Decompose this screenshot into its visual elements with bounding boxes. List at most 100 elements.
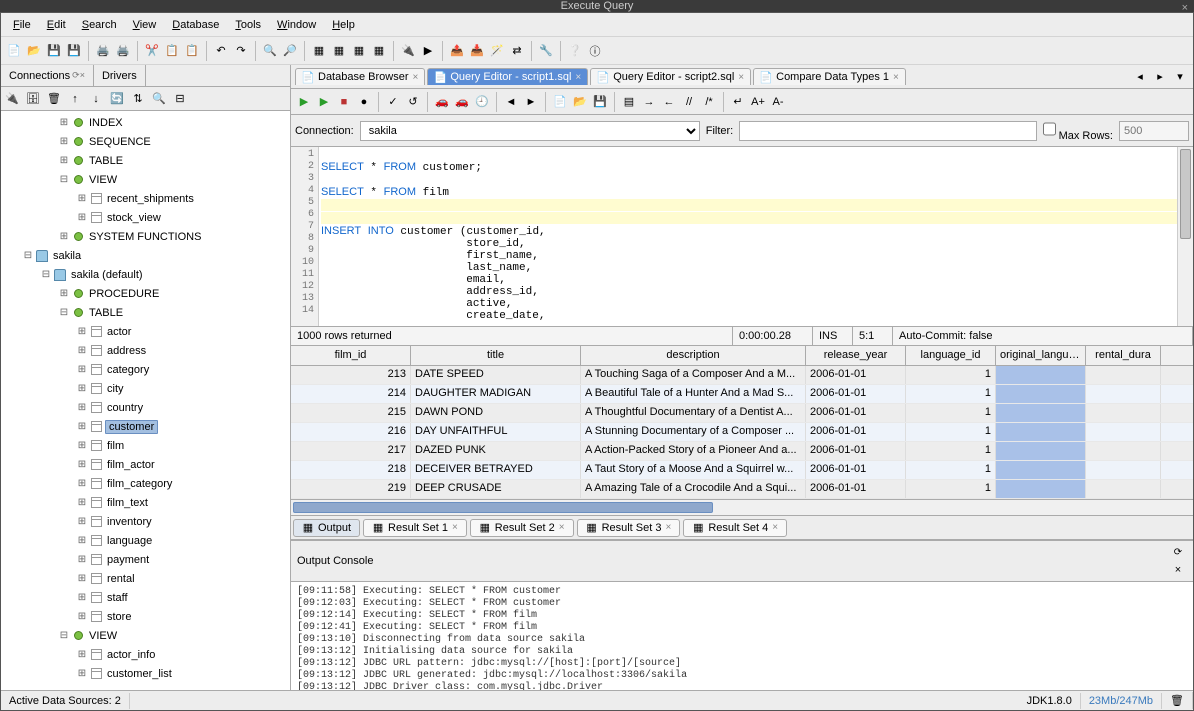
db-icon[interactable]: 🗄 bbox=[24, 90, 42, 108]
expand-icon[interactable]: ⊟ bbox=[59, 307, 69, 319]
table-row[interactable]: 219DEEP CRUSADEA Amazing Tale of a Croco… bbox=[291, 480, 1193, 499]
tree-item-view[interactable]: ⊟VIEW bbox=[1, 626, 290, 645]
font-dec-icon[interactable]: A- bbox=[769, 93, 787, 111]
tab-close-icon[interactable]: × bbox=[738, 72, 744, 83]
down-icon[interactable]: ↓ bbox=[87, 90, 105, 108]
tree-item-store[interactable]: ⊞store bbox=[1, 607, 290, 626]
menu-search[interactable]: Search bbox=[74, 17, 125, 33]
column-header[interactable]: original_languag... bbox=[996, 346, 1086, 365]
prev-icon[interactable]: ◄ bbox=[502, 93, 520, 111]
expand-icon[interactable]: ⊞ bbox=[77, 516, 87, 528]
expand-icon[interactable]: ⊞ bbox=[77, 573, 87, 585]
tree-item-sequence[interactable]: ⊞SEQUENCE bbox=[1, 132, 290, 151]
editor-save-icon[interactable]: 💾 bbox=[591, 93, 609, 111]
maxrows-checkbox[interactable] bbox=[1043, 119, 1056, 139]
save-as-icon[interactable]: 💾 bbox=[65, 42, 83, 60]
format-icon[interactable]: ▤ bbox=[620, 93, 638, 111]
tree-item-customer[interactable]: ⊞customer bbox=[1, 417, 290, 436]
history-icon[interactable]: 🕘 bbox=[473, 93, 491, 111]
pin-icon[interactable]: ⟳× bbox=[72, 70, 85, 81]
refresh-icon[interactable]: 🔄 bbox=[108, 90, 126, 108]
menu-edit[interactable]: Edit bbox=[39, 17, 74, 33]
expand-icon[interactable]: ⊞ bbox=[77, 212, 87, 224]
expand-icon[interactable]: ⊟ bbox=[59, 174, 69, 186]
collapse-icon[interactable]: ⊟ bbox=[171, 90, 189, 108]
editor-tab[interactable]: 📄Database Browser× bbox=[295, 68, 425, 85]
maxrows-checkbox-label[interactable]: Max Rows: bbox=[1043, 119, 1113, 142]
expand-icon[interactable]: ⊞ bbox=[77, 668, 87, 680]
car2-icon[interactable]: 🚗 bbox=[453, 93, 471, 111]
tab-list-icon[interactable]: ▾ bbox=[1171, 68, 1189, 86]
expand-icon[interactable]: ⊞ bbox=[77, 193, 87, 205]
grid2-icon[interactable]: ▦ bbox=[330, 42, 348, 60]
expand-icon[interactable]: ⊟ bbox=[23, 250, 33, 262]
font-inc-icon[interactable]: A+ bbox=[749, 93, 767, 111]
expand-icon[interactable]: ⊞ bbox=[77, 440, 87, 452]
table-row[interactable]: 215DAWN PONDA Thoughtful Documentary of … bbox=[291, 404, 1193, 423]
expand-icon[interactable]: ⊞ bbox=[59, 288, 69, 300]
grid1-icon[interactable]: ▦ bbox=[310, 42, 328, 60]
expand-icon[interactable]: ⊞ bbox=[77, 535, 87, 547]
maxrows-input[interactable] bbox=[1119, 121, 1189, 141]
output-body[interactable]: [09:11:58] Executing: SELECT * FROM cust… bbox=[291, 582, 1193, 690]
expand-icon[interactable]: ⊞ bbox=[77, 326, 87, 338]
tree-item-language[interactable]: ⊞language bbox=[1, 531, 290, 550]
paste-icon[interactable]: 📋 bbox=[183, 42, 201, 60]
wrap-icon[interactable]: ↵ bbox=[729, 93, 747, 111]
expand-icon[interactable]: ⊞ bbox=[77, 611, 87, 623]
cut-icon[interactable]: ✂️ bbox=[143, 42, 161, 60]
table-row[interactable]: 217DAZED PUNKA Action-Packed Story of a … bbox=[291, 442, 1193, 461]
menu-window[interactable]: Window bbox=[269, 17, 324, 33]
redo-icon[interactable]: ↷ bbox=[232, 42, 250, 60]
result-tab-close-icon[interactable]: × bbox=[665, 522, 671, 533]
find-icon[interactable]: 🔍 bbox=[261, 42, 279, 60]
tab-close-icon[interactable]: × bbox=[413, 72, 419, 83]
grid4-icon[interactable]: ▦ bbox=[370, 42, 388, 60]
editor-tab[interactable]: 📄Compare Data Types 1× bbox=[753, 68, 906, 85]
car1-icon[interactable]: 🚗 bbox=[433, 93, 451, 111]
indent-right-icon[interactable]: → bbox=[640, 93, 658, 111]
tab-prev-icon[interactable]: ◂ bbox=[1131, 68, 1149, 86]
tree-item-procedure[interactable]: ⊞PROCEDURE bbox=[1, 284, 290, 303]
tree-item-actor-info[interactable]: ⊞actor_info bbox=[1, 645, 290, 664]
grid-body[interactable]: 213DATE SPEEDA Touching Saga of a Compos… bbox=[291, 366, 1193, 499]
grid3-icon[interactable]: ▦ bbox=[350, 42, 368, 60]
tree-item-view[interactable]: ⊟VIEW bbox=[1, 170, 290, 189]
editor-tab[interactable]: 📄Query Editor - script1.sql× bbox=[427, 68, 588, 85]
column-header[interactable]: language_id bbox=[906, 346, 996, 365]
tree-item-system-functions[interactable]: ⊞SYSTEM FUNCTIONS bbox=[1, 227, 290, 246]
save-icon[interactable]: 💾 bbox=[45, 42, 63, 60]
menu-file[interactable]: File bbox=[5, 17, 39, 33]
tree-item-sakila[interactable]: ⊟sakila bbox=[1, 246, 290, 265]
result-tab[interactable]: ▦Output bbox=[293, 519, 360, 537]
help-icon[interactable]: ❔ bbox=[566, 42, 584, 60]
tree-item-category[interactable]: ⊞category bbox=[1, 360, 290, 379]
expand-icon[interactable]: ⊞ bbox=[59, 117, 69, 129]
grid-hscrollbar[interactable] bbox=[291, 499, 1193, 515]
table-row[interactable]: 218DECEIVER BETRAYEDA Taut Story of a Mo… bbox=[291, 461, 1193, 480]
tree-item-actor[interactable]: ⊞actor bbox=[1, 322, 290, 341]
editor-new-icon[interactable]: 📄 bbox=[551, 93, 569, 111]
expand-icon[interactable]: ⊟ bbox=[59, 630, 69, 642]
tree-item-film-category[interactable]: ⊞film_category bbox=[1, 474, 290, 493]
expand-icon[interactable]: ⊞ bbox=[77, 592, 87, 604]
drivers-tab[interactable]: Drivers bbox=[94, 65, 146, 86]
connect-icon[interactable]: 🔌 bbox=[3, 90, 21, 108]
expand-icon[interactable]: ⊞ bbox=[77, 497, 87, 509]
copy-icon[interactable]: 📋 bbox=[163, 42, 181, 60]
tree-item-customer-list[interactable]: ⊞customer_list bbox=[1, 664, 290, 683]
sql-editor[interactable]: 1234567891011121314 SELECT * FROM custom… bbox=[291, 147, 1193, 327]
connections-tab[interactable]: Connections⟳× bbox=[1, 65, 94, 86]
run-icon[interactable]: ▶ bbox=[295, 93, 313, 111]
table-row[interactable]: 213DATE SPEEDA Touching Saga of a Compos… bbox=[291, 366, 1193, 385]
hscroll-thumb[interactable] bbox=[293, 502, 713, 513]
export-icon[interactable]: 📤 bbox=[448, 42, 466, 60]
column-header[interactable]: title bbox=[411, 346, 581, 365]
menu-help[interactable]: Help bbox=[324, 17, 363, 33]
output-close-icon[interactable]: × bbox=[1169, 561, 1187, 579]
result-tab[interactable]: ▦Result Set 3× bbox=[577, 519, 681, 537]
indent-left-icon[interactable]: ← bbox=[660, 93, 678, 111]
uncomment-icon[interactable]: /* bbox=[700, 93, 718, 111]
expand-icon[interactable]: ⊟ bbox=[41, 269, 51, 281]
table-row[interactable]: 214DAUGHTER MADIGANA Beautiful Tale of a… bbox=[291, 385, 1193, 404]
